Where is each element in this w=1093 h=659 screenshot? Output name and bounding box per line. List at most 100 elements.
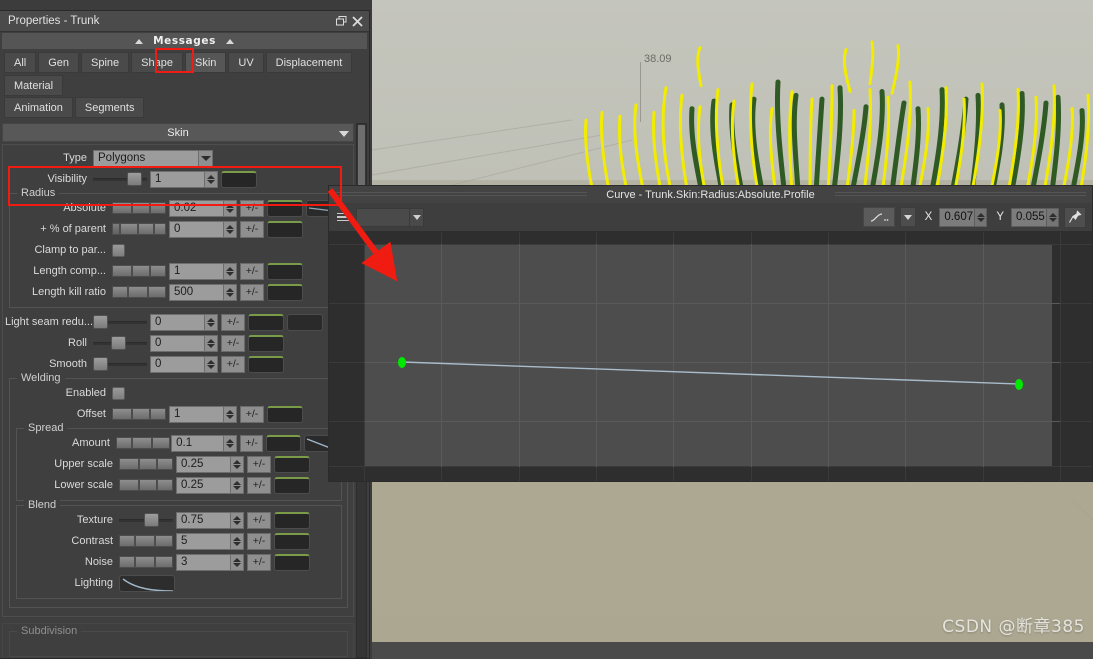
slider-knob[interactable] [111, 336, 126, 350]
absolute-curve-thumbnail[interactable] [267, 199, 303, 217]
light-seam-reduction-slider[interactable] [93, 315, 147, 329]
messages-bar[interactable]: Messages [2, 33, 367, 49]
light-seam-reduction-number-input[interactable]: 0 [150, 313, 218, 331]
roll-slider[interactable] [93, 336, 147, 350]
spread-lower-scale-curve-thumbnail[interactable] [274, 476, 310, 494]
blend-noise-slider[interactable] [119, 555, 173, 569]
absolute-slider[interactable] [112, 201, 166, 215]
tab-skin[interactable]: Skin [184, 52, 227, 73]
spread-amount-stepper[interactable] [222, 435, 236, 451]
light-seam-reduction-plus-minus-button[interactable]: +/- [221, 313, 245, 331]
roll-curve-thumbnail[interactable] [248, 334, 284, 352]
blend-contrast-plus-minus-button[interactable]: +/- [247, 532, 271, 550]
blend-noise-curve-thumbnail[interactable] [274, 553, 310, 571]
interpolation-button[interactable] [862, 207, 895, 227]
tab-shape[interactable]: Shape [131, 52, 183, 73]
tab-all[interactable]: All [4, 52, 37, 73]
smooth-stepper[interactable] [204, 356, 217, 372]
light-seam-reduction-stepper[interactable] [204, 314, 217, 330]
blend-noise-stepper[interactable] [230, 554, 243, 570]
tab-displacement[interactable]: Displacement [265, 52, 353, 73]
interpolation-dropdown-arrow[interactable] [899, 207, 916, 227]
curve-plot-svg[interactable] [329, 232, 1092, 481]
slider-knob[interactable] [127, 172, 142, 186]
blend-contrast-number-input[interactable]: 5 [176, 532, 244, 550]
y-value-input[interactable]: 0.055 [1011, 207, 1059, 227]
hamburger-menu-icon[interactable] [335, 209, 351, 225]
light-seam-reduction-curve-thumbnail[interactable] [248, 313, 284, 331]
slider-knob[interactable] [93, 315, 108, 329]
spread-amount-curve-thumbnail[interactable] [266, 434, 302, 452]
tab-animation[interactable]: Animation [4, 97, 73, 118]
roll-plus-minus-button[interactable]: +/- [221, 334, 245, 352]
visibility-slider[interactable] [93, 172, 147, 186]
restore-icon[interactable] [333, 13, 349, 29]
curve-graph[interactable] [329, 232, 1092, 481]
tab-gen[interactable]: Gen [38, 52, 80, 73]
type-combo[interactable]: Polygons [93, 149, 213, 167]
absolute-plus-minus-button[interactable]: +/- [240, 199, 264, 217]
blend-texture-number-input[interactable]: 0.75 [176, 511, 244, 529]
smooth-plus-minus-button[interactable]: +/- [221, 355, 245, 373]
length-comp-number-input[interactable]: 1 [169, 262, 237, 280]
tab-segments[interactable]: Segments [74, 97, 145, 118]
blend-texture-slider[interactable] [119, 513, 173, 527]
blend-contrast-stepper[interactable] [230, 533, 243, 549]
spread-amount-plus-minus-button[interactable]: +/- [239, 434, 264, 452]
blend-contrast-slider[interactable] [119, 534, 173, 548]
length-comp-stepper[interactable] [223, 263, 236, 279]
control-point-end[interactable] [1015, 378, 1023, 390]
length-kill-ratio-number-input[interactable]: 500 [169, 283, 237, 301]
close-icon[interactable] [349, 13, 365, 29]
spread-lower-scale-plus-minus-button[interactable]: +/- [247, 476, 271, 494]
absolute-number-input[interactable]: 0.02 [169, 199, 237, 217]
x-stepper[interactable] [974, 208, 987, 226]
length-comp-curve-thumbnail[interactable] [267, 262, 303, 280]
pin-icon[interactable] [1064, 206, 1086, 228]
blend-noise-plus-minus-button[interactable]: +/- [247, 553, 271, 571]
visibility-stepper[interactable] [204, 171, 217, 187]
spread-upper-scale-curve-thumbnail[interactable] [274, 455, 310, 473]
smooth-number-input[interactable]: 0 [150, 355, 218, 373]
skin-group-header[interactable]: Skin [2, 123, 354, 142]
slider-knob[interactable] [93, 357, 108, 371]
length-kill-ratio-stepper[interactable] [223, 284, 236, 300]
tab-uv[interactable]: UV [228, 52, 264, 73]
blend-lighting-curve-thumbnail[interactable] [119, 574, 175, 592]
blend-texture-curve-thumbnail[interactable] [274, 511, 310, 529]
smooth-curve-thumbnail[interactable] [248, 355, 284, 373]
pct-of-parent-plus-minus-button[interactable]: +/- [240, 220, 264, 238]
smooth-slider[interactable] [93, 357, 147, 371]
length-kill-ratio-plus-minus-button[interactable]: +/- [240, 283, 264, 301]
length-kill-ratio-slider[interactable] [112, 285, 166, 299]
welding-offset-number-input[interactable]: 1 [169, 405, 237, 423]
y-stepper[interactable] [1046, 208, 1058, 226]
welding-offset-stepper[interactable] [223, 406, 236, 422]
properties-titlebar[interactable]: Properties - Trunk [0, 11, 369, 32]
spread-upper-scale-slider[interactable] [119, 457, 173, 471]
preset-combo[interactable] [356, 207, 424, 227]
spread-amount-slider[interactable] [115, 436, 170, 450]
pct-of-parent-number-input[interactable]: 0 [169, 220, 237, 238]
clamp-to-parent-checkbox[interactable] [112, 243, 125, 257]
roll-stepper[interactable] [204, 335, 217, 351]
tab-material[interactable]: Material [4, 75, 64, 96]
spread-upper-scale-number-input[interactable]: 0.25 [176, 455, 244, 473]
length-comp-slider[interactable] [112, 264, 166, 278]
slider-knob[interactable] [144, 513, 159, 527]
pct-of-parent-curve-thumbnail[interactable] [267, 220, 303, 238]
tab-spine[interactable]: Spine [81, 52, 130, 73]
x-value-input[interactable]: 0.607 [939, 207, 988, 227]
blend-contrast-curve-thumbnail[interactable] [274, 532, 310, 550]
blend-noise-number-input[interactable]: 3 [176, 553, 244, 571]
blend-texture-stepper[interactable] [230, 512, 243, 528]
welding-offset-curve-thumbnail[interactable] [267, 405, 303, 423]
welding-offset-plus-minus-button[interactable]: +/- [240, 405, 264, 423]
length-kill-ratio-curve-thumbnail[interactable] [267, 283, 303, 301]
pct-of-parent-slider[interactable] [112, 222, 166, 236]
spread-lower-scale-number-input[interactable]: 0.25 [176, 476, 244, 494]
welding-enabled-checkbox[interactable] [112, 386, 125, 400]
blend-texture-plus-minus-button[interactable]: +/- [247, 511, 271, 529]
pct-of-parent-stepper[interactable] [223, 221, 236, 237]
roll-number-input[interactable]: 0 [150, 334, 218, 352]
